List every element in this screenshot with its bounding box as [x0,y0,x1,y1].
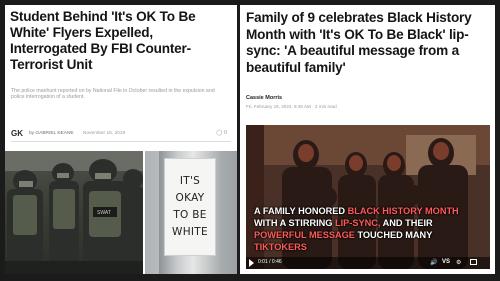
swat-team-photo: SWAT [5,151,143,274]
sign-line: OKAY [175,192,205,204]
publish-date: Fri, February 18, 2022, 9:36 AM · 2 min … [246,104,337,109]
left-article-panel: Student Behind 'It's OK To Be White' Fly… [5,5,237,274]
left-article-summary: The police manhunt reported on by Nation… [11,88,215,101]
author-name[interactable]: by GABRIEL KEANE [29,131,74,136]
flyer-sign: IT'S OKAY TO BE WHITE [164,158,216,256]
author-name[interactable]: Cassie Morris [246,95,282,101]
caption-highlight: POWERFUL MESSAGE [254,230,355,240]
caption-highlight: LIP-SYNC, [334,218,381,228]
publish-date: November 16, 2019 [83,131,126,136]
caption-text: AND THEIR [380,218,433,228]
sign-line: TO BE [173,209,207,221]
svg-text:SWAT: SWAT [97,210,111,216]
video-player[interactable]: A FAMILY HONORED BLACK HISTORY MONTH WIT… [246,125,490,269]
video-caption: A FAMILY HONORED BLACK HISTORY MONTH WIT… [254,205,474,253]
sign-line: WHITE [172,226,208,238]
video-time: 0:01 / 0:46 [258,259,282,265]
caption-highlight: TIKTOKERS [254,242,307,252]
site-logo[interactable]: GK [11,129,23,138]
quality-label[interactable]: VS [442,259,450,265]
video-controls: 0:01 / 0:46 🔊 VS ⚙ [246,257,490,269]
left-article-byline: GK by GABRIEL KEANE November 16, 2019 ◯ … [11,129,231,139]
caption-text: TOUCHED MANY [354,230,433,240]
volume-icon[interactable]: 🔊 [430,259,437,266]
comment-count[interactable]: ◯ 0 [216,130,227,136]
right-article-panel: Family of 9 celebrates Black History Mon… [240,5,495,274]
caption-highlight: BLACK HISTORY MONTH [347,206,459,216]
caption-text: A FAMILY HONORED [254,206,348,216]
comment-count-value: 0 [223,130,227,136]
sign-line: IT'S [179,175,201,187]
its-okay-to-be-white-sign-photo: IT'S OKAY TO BE WHITE [145,151,237,274]
settings-icon[interactable]: ⚙ [456,259,461,266]
play-icon[interactable] [249,259,254,267]
fullscreen-icon[interactable] [470,259,477,265]
caption-text: WITH A STIRRING [254,218,335,228]
right-article-headline[interactable]: Family of 9 celebrates Black History Mon… [246,10,490,76]
left-article-headline[interactable]: Student Behind 'It's OK To Be White' Fly… [10,9,232,73]
comment-icon: ◯ [216,130,223,136]
divider [11,141,231,142]
